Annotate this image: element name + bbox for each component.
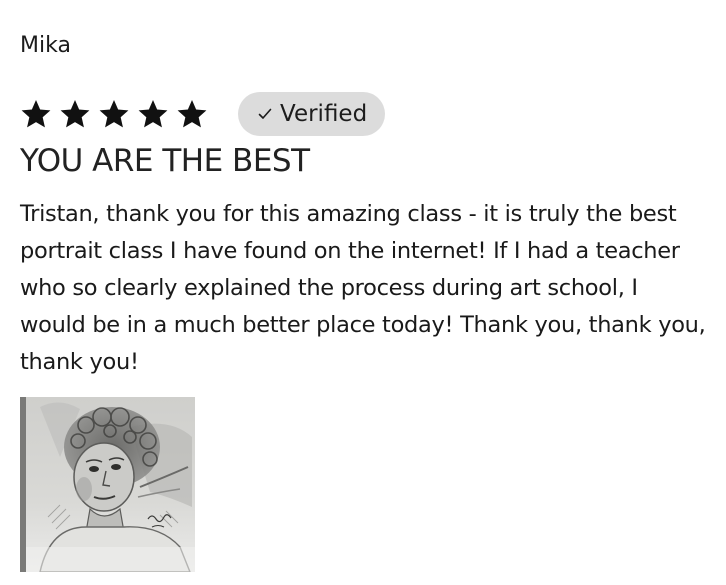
star-icon [20,98,52,130]
star-rating [20,98,208,130]
review-card: Mika Verified YOU ARE THE BEST Tristan, … [20,26,710,572]
reviewer-name: Mika [20,33,71,58]
verified-label: Verified [280,101,368,127]
pencil-portrait-drawing-icon [20,397,195,572]
check-icon [258,107,272,121]
star-icon [98,98,130,130]
review-body: Tristan, thank you for this amazing clas… [20,201,706,375]
review-title: YOU ARE THE BEST [20,143,310,179]
star-icon [137,98,169,130]
review-photo[interactable] [20,397,195,572]
verified-badge: Verified [238,92,386,136]
star-icon [176,98,208,130]
rating-row: Verified [20,90,710,138]
star-icon [59,98,91,130]
